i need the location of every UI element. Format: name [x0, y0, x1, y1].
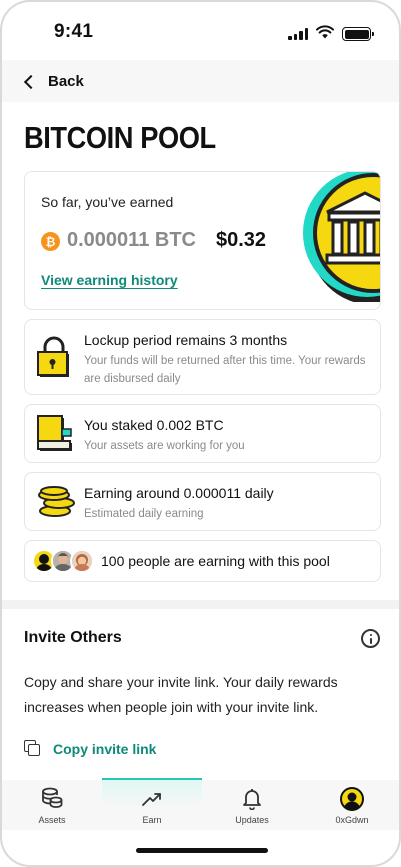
tab-bar: Assets Earn Updates 0xGdwn [2, 778, 399, 830]
view-earning-history-link[interactable]: View earning history [41, 272, 178, 288]
bitcoin-icon: ₿ [41, 232, 60, 251]
staked-title: You staked 0.002 BTC [84, 417, 224, 433]
tab-label: Updates [235, 815, 269, 825]
earnings-label: So far, you’ve earned [41, 194, 174, 210]
copy-icon [24, 740, 41, 757]
lockup-subtitle: Your funds will be returned after this t… [84, 355, 366, 385]
avatar-icon [340, 787, 364, 811]
btc-earned-amount: 0.000011 BTC [67, 229, 196, 251]
lockup-title: Lockup period remains 3 months [84, 332, 288, 348]
tab-label: Earn [142, 815, 162, 825]
status-time: 9:41 [54, 21, 94, 42]
page-title: BITCOIN POOL [24, 120, 216, 155]
chevron-left-icon [23, 74, 39, 89]
daily-earning-title: Earning around 0.000011 daily [84, 485, 274, 501]
coins-icon [38, 486, 75, 517]
tab-assets[interactable]: Assets [2, 780, 102, 830]
bank-icon [303, 172, 380, 302]
staked-card: You staked 0.002 BTC Your assets are wor… [24, 404, 381, 463]
tab-label: Assets [38, 815, 66, 825]
battery-icon [342, 27, 374, 41]
status-bar: 9:41 [2, 2, 399, 58]
tab-updates[interactable]: Updates [202, 780, 302, 830]
tab-earn[interactable]: Earn [102, 778, 202, 830]
participant-avatar [70, 549, 94, 573]
back-label: Back [48, 72, 84, 90]
tab-profile[interactable]: 0xGdwn [302, 780, 399, 830]
usd-earned-amount: $0.32 [216, 229, 267, 251]
book-icon [37, 415, 72, 451]
cellular-signal-icon [288, 28, 308, 40]
back-button[interactable]: Back [2, 60, 399, 102]
section-divider [2, 600, 399, 609]
home-indicator [136, 848, 268, 853]
lockup-card: Lockup period remains 3 months Your fund… [24, 319, 381, 395]
earn-trend-icon [142, 793, 161, 806]
earnings-card: So far, you’ve earned ₿ 0.000011 BTC $0.… [24, 171, 381, 310]
staked-subtitle: Your assets are working for you [84, 440, 245, 452]
invite-title: Invite Others [24, 629, 122, 646]
invite-description: Copy and share your invite link. Your da… [24, 674, 338, 715]
assets-icon [42, 787, 63, 808]
copy-invite-link-label: Copy invite link [53, 740, 157, 757]
daily-earning-subtitle: Estimated daily earning [84, 508, 204, 520]
phone-frame: 9:41 Back BITCOIN POOL So far, you’ve ea… [0, 0, 401, 867]
participants-text: 100 people are earning with this pool [101, 553, 330, 569]
participants-card[interactable]: 100 people are earning with this pool [24, 540, 381, 582]
copy-invite-link-button[interactable]: Copy invite link [24, 740, 156, 757]
wifi-icon [316, 25, 334, 39]
info-icon[interactable] [361, 629, 380, 648]
bell-icon [243, 789, 261, 810]
lock-icon [37, 336, 69, 377]
tab-label: 0xGdwn [335, 815, 369, 825]
daily-earning-card: Earning around 0.000011 daily Estimated … [24, 472, 381, 531]
